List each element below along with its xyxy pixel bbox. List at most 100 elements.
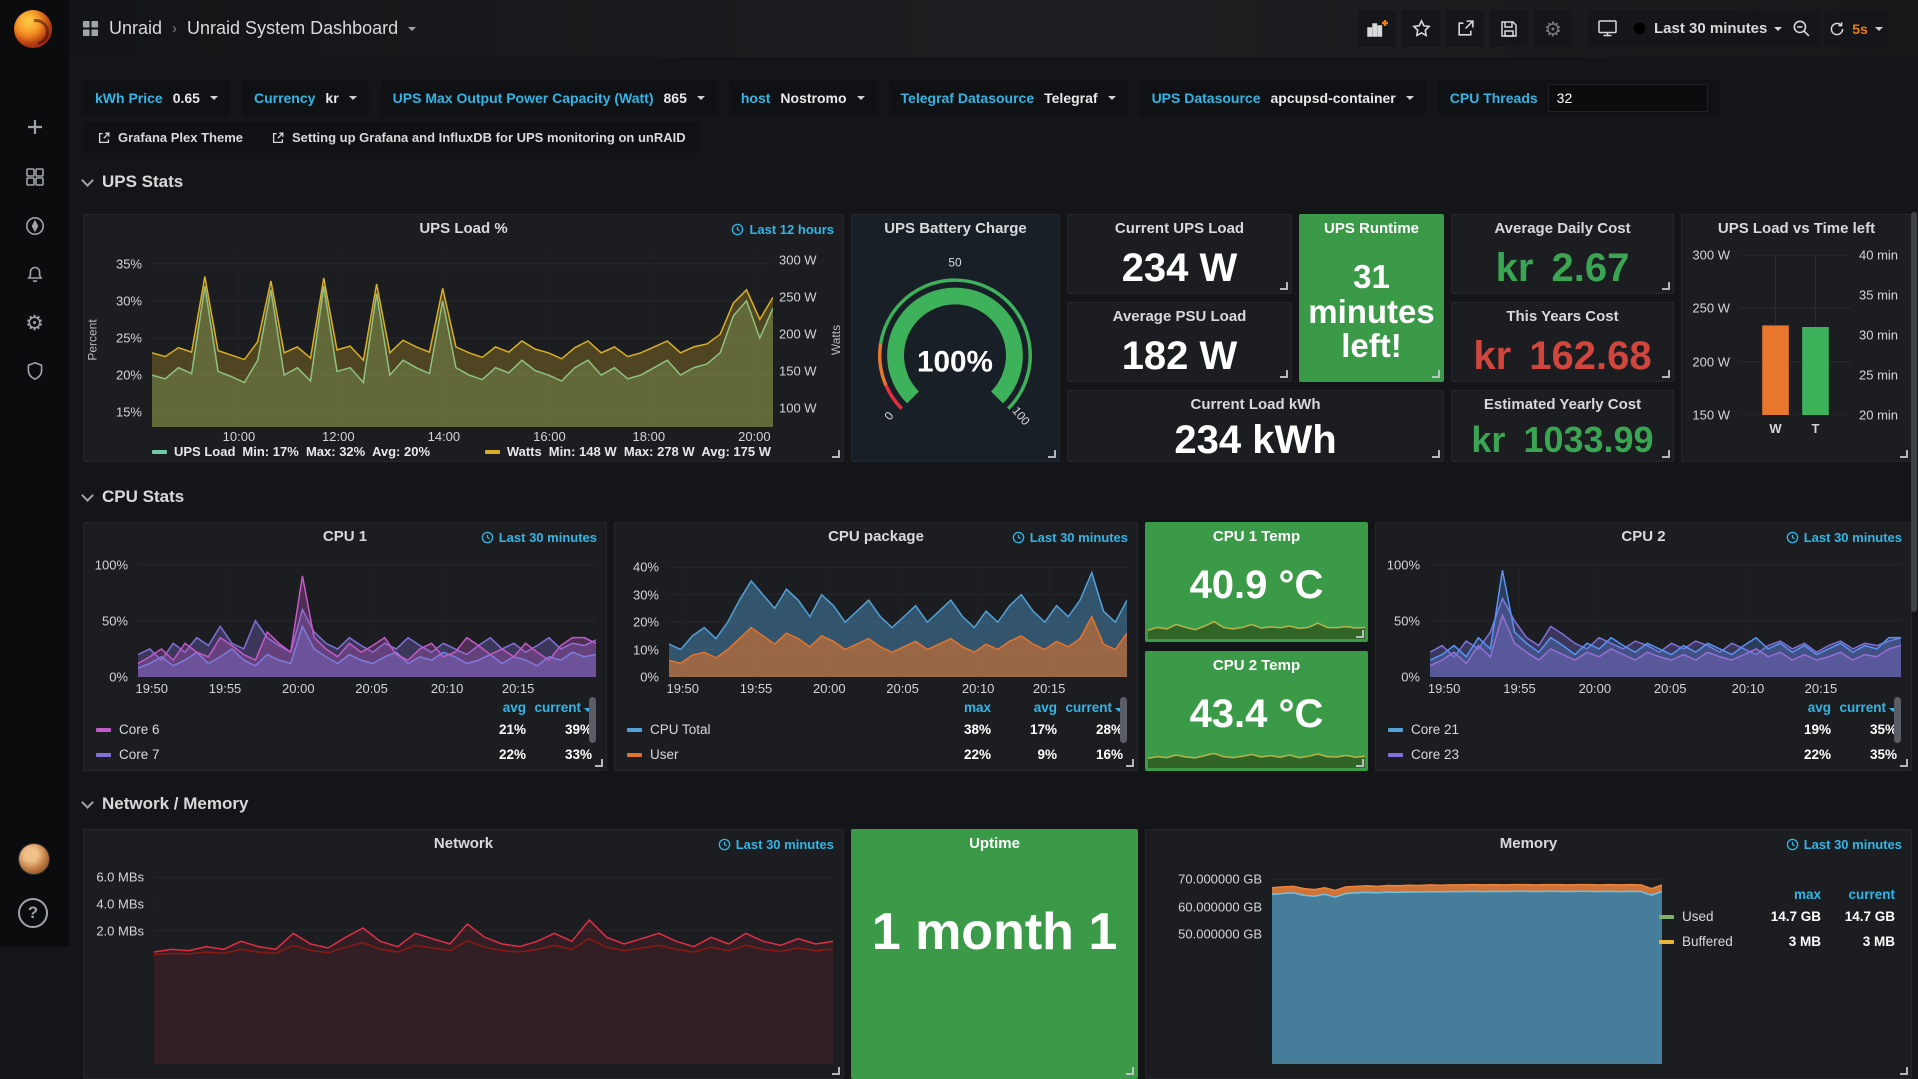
svg-text:100: 100	[1009, 404, 1033, 428]
panel-ups-battery-charge: UPS Battery Charge 050100100%	[851, 214, 1060, 462]
panel-title[interactable]: Uptime	[852, 830, 1137, 858]
variable-ups-datasource[interactable]: UPS Datasource apcupsd-container	[1140, 80, 1426, 116]
legend-row: Used14.7 GB14.7 GB	[1659, 904, 1895, 929]
timeseries-chart[interactable]	[1272, 864, 1662, 1064]
panel-title[interactable]: UPS Load vs Time left	[1682, 215, 1911, 243]
legend-col-current[interactable]: current	[1057, 700, 1123, 715]
time-range-picker[interactable]: Last 30 minutes	[1620, 10, 1794, 47]
alerting-bell-icon[interactable]	[0, 253, 69, 297]
panel-time-override[interactable]: Last 30 minutes	[718, 837, 834, 852]
add-panel-button[interactable]	[1358, 10, 1396, 47]
legend-scrollbar[interactable]	[1894, 697, 1901, 743]
legend-col-avg[interactable]: avg	[460, 700, 526, 715]
panel-title[interactable]: UPS Load %	[84, 215, 843, 243]
variable-ups-max-output[interactable]: UPS Max Output Power Capacity (Watt) 865	[381, 80, 717, 116]
timeseries-chart[interactable]	[138, 559, 596, 677]
panel-time-override[interactable]: Last 30 minutes	[1786, 530, 1902, 545]
panel-title[interactable]: CPU 2 Temp	[1146, 652, 1367, 680]
configuration-gear-icon[interactable]: ⚙	[0, 301, 69, 345]
legend-col-current[interactable]: current	[1831, 700, 1897, 715]
external-link-icon	[271, 131, 285, 145]
stat-value: 182 W	[1122, 334, 1238, 379]
server-admin-shield-icon[interactable]	[0, 349, 69, 393]
battery-gauge: 050100100%	[852, 245, 1059, 459]
variable-currency[interactable]: Currency kr	[242, 80, 369, 116]
breadcrumb: Unraid › Unraid System Dashboard	[82, 0, 416, 57]
timeseries-chart[interactable]	[152, 249, 773, 427]
grafana-logo[interactable]	[14, 10, 52, 48]
help-icon[interactable]: ?	[18, 898, 48, 928]
panel-network: Network Last 30 minutes 6.0 MBs4.0 MBs2.…	[83, 829, 844, 1079]
share-button[interactable]	[1446, 10, 1484, 47]
panel-ups-load-vs-time-left: UPS Load vs Time left 300 W250 W200 W150…	[1681, 214, 1912, 462]
panel-time-override[interactable]: Last 12 hours	[731, 222, 834, 237]
panel-time-override[interactable]: Last 30 minutes	[481, 530, 597, 545]
clock-icon	[481, 531, 494, 544]
panel-time-override[interactable]: Last 30 minutes	[1786, 837, 1902, 852]
panel-current-load-kwh: Current Load kWh 234 kWh	[1067, 390, 1444, 462]
legend-col-avg[interactable]: avg	[1765, 700, 1831, 715]
refresh-caret-icon	[1875, 27, 1883, 31]
variable-host[interactable]: host Nostromo	[729, 80, 877, 116]
dashboards-icon[interactable]	[0, 155, 69, 199]
timeseries-chart[interactable]	[154, 864, 833, 1064]
panel-title[interactable]: Current Load kWh	[1068, 391, 1443, 419]
sidebar: ⚙ ?	[0, 0, 69, 947]
row-header-ups-stats[interactable]: UPS Stats	[83, 172, 183, 192]
star-button[interactable]	[1402, 10, 1440, 47]
bar-labels: WT	[1740, 419, 1851, 435]
panel-cpu1-temp: CPU 1 Temp 40.9 °C	[1145, 522, 1368, 642]
link-grafana-influxdb-ups-guide[interactable]: Setting up Grafana and InfluxDB for UPS …	[271, 130, 686, 145]
refresh-button[interactable]: 5s	[1824, 10, 1888, 47]
panel-time-override[interactable]: Last 30 minutes	[1012, 530, 1128, 545]
save-button[interactable]	[1490, 10, 1528, 47]
zoom-out-button[interactable]	[1782, 10, 1820, 47]
legend-scrollbar[interactable]	[589, 697, 596, 743]
panel-title[interactable]: Current UPS Load	[1068, 215, 1291, 243]
page-title[interactable]: Unraid System Dashboard	[187, 18, 398, 39]
cpu-threads-input[interactable]	[1548, 84, 1708, 112]
legend-col-avg[interactable]: avg	[991, 700, 1057, 715]
panel-title[interactable]: Average PSU Load	[1068, 303, 1291, 331]
row-header-network-memory[interactable]: Network / Memory	[83, 794, 248, 814]
panel-ups-runtime: UPS Runtime 31 minutes left!	[1299, 214, 1444, 382]
variable-telegraf-datasource[interactable]: Telegraf Datasource Telegraf	[889, 80, 1128, 116]
legend-col-current[interactable]: current	[1821, 887, 1895, 902]
panel-title[interactable]: This Years Cost	[1452, 303, 1673, 331]
variable-cpu-threads: CPU Threads	[1438, 80, 1720, 116]
chevron-down-icon	[81, 174, 94, 187]
legend-col-max[interactable]: max	[1747, 887, 1821, 902]
refresh-icon	[1829, 21, 1845, 37]
breadcrumb-app[interactable]: Unraid	[109, 18, 162, 39]
title-caret-icon[interactable]	[408, 27, 416, 31]
settings-gear-button[interactable]: ⚙	[1534, 10, 1572, 47]
x-axis-ticks: 19:5019:5520:0020:0520:1020:15	[669, 679, 1127, 693]
clock-icon	[731, 223, 744, 236]
legend-scrollbar[interactable]	[1120, 697, 1127, 743]
timeseries-chart[interactable]	[669, 559, 1127, 677]
panel-title[interactable]: CPU 1 Temp	[1146, 523, 1367, 551]
timeseries-chart[interactable]	[1430, 559, 1901, 677]
variable-kwh-price[interactable]: kWh Price 0.65	[83, 80, 230, 116]
panel-title[interactable]: UPS Battery Charge	[852, 215, 1059, 243]
y-axis-ticks-left: 300 W250 W200 W150 W	[1686, 255, 1734, 415]
legend-item-ups-load[interactable]: UPS LoadMin: 17% Max: 32% Avg: 20%	[152, 444, 430, 459]
panel-title[interactable]: UPS Runtime	[1300, 215, 1443, 243]
svg-text:0: 0	[881, 409, 896, 423]
stat-value: kr2.67	[1496, 246, 1630, 291]
refresh-interval-label[interactable]: 5s	[1852, 21, 1868, 37]
panel-title[interactable]: Estimated Yearly Cost	[1452, 391, 1673, 419]
legend-col-max[interactable]: max	[925, 700, 991, 715]
legend-row: Core 2119%35%	[1388, 717, 1897, 742]
add-icon[interactable]	[0, 105, 69, 149]
panel-title[interactable]: Average Daily Cost	[1452, 215, 1673, 243]
link-grafana-plex-theme[interactable]: Grafana Plex Theme	[97, 130, 243, 145]
row-header-cpu-stats[interactable]: CPU Stats	[83, 487, 184, 507]
dropdown-caret-icon	[857, 96, 865, 100]
page-scrollbar[interactable]	[1911, 212, 1917, 612]
explore-compass-icon[interactable]	[0, 204, 69, 248]
legend-col-current[interactable]: current	[526, 700, 592, 715]
user-avatar[interactable]	[18, 843, 50, 875]
bar-chart[interactable]	[1740, 255, 1851, 415]
legend-item-watts[interactable]: WattsMin: 148 W Max: 278 W Avg: 175 W	[485, 444, 771, 459]
